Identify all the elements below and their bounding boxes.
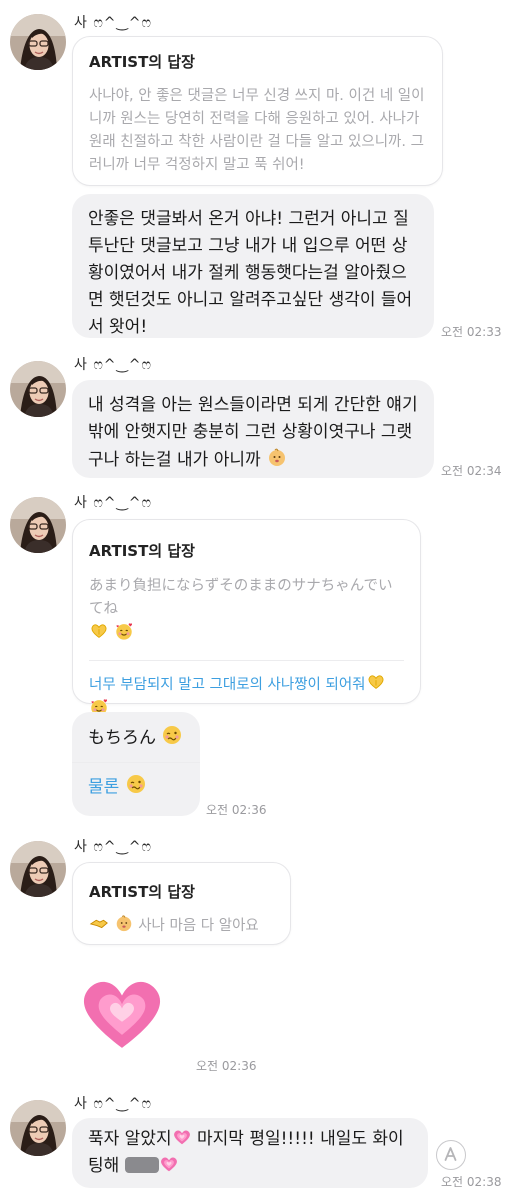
sender-name: 사 ෆ^‿^ෆ (74, 1096, 152, 1112)
heart-hands-emoji-icon (89, 621, 109, 641)
message-text-content: 내 성격을 아는 원스들이라면 되게 간단한 얘기밖에 안햇지만 충분히 그런 … (88, 395, 418, 470)
sender-name: 사 ෆ^‿^ෆ (74, 357, 152, 373)
woozy-face-emoji-icon (125, 773, 147, 795)
reply-text: 사나야, 안 좋은 댓글은 너무 신경 쓰지 마. 이건 네 일이니까 원스는 … (89, 88, 425, 173)
avatar[interactable] (10, 497, 66, 553)
reply-original-text: あまり負担にならずそのままのサナちゃんでいてね (89, 575, 404, 646)
reply-text: 사나 마음 다 알아요 (89, 913, 274, 938)
message-original: もちろん (88, 724, 184, 752)
sender-name: 사 ෆ^‿^ෆ (74, 495, 152, 511)
smiling-face-hearts-emoji-icon (114, 621, 134, 641)
translate-icon (444, 1147, 457, 1161)
message-bubble[interactable]: 푹자 알았지 마지막 평일!!!!! 내일도 화이팅해 (72, 1118, 428, 1188)
message-time: 오전 02:34 (441, 464, 502, 478)
message-time: 오전 02:33 (441, 325, 502, 339)
message-text: 푹자 알았지 마지막 평일!!!!! 내일도 화이팅해 (88, 1127, 404, 1176)
scroll-to-bottom-button[interactable] (436, 1140, 466, 1170)
heart-hands-emoji-icon (366, 672, 386, 692)
message-translation: 물론 (88, 773, 184, 801)
avatar[interactable] (10, 841, 66, 897)
reply-label: ARTIST의 답장 (89, 53, 195, 71)
avatar[interactable] (10, 14, 66, 70)
message-bubble[interactable]: もちろん 물론 (72, 712, 200, 816)
message-time: 오전 02:38 (441, 1175, 502, 1189)
message-bubble[interactable]: 안좋은 댓글봐서 온거 아냐! 그런거 아니고 질투난단 댓글보고 그냥 내가 … (72, 194, 434, 338)
artist-reply-card[interactable]: ARTIST의 답장 사나야, 안 좋은 댓글은 너무 신경 쓰지 마. 이건 … (72, 36, 443, 186)
redacted-block (124, 1157, 159, 1173)
sender-name: 사 ෆ^‿^ෆ (74, 15, 152, 31)
woozy-face-emoji-icon (161, 724, 183, 746)
artist-reply-card[interactable]: ARTIST의 답장 사나 마음 다 알아요 (72, 862, 291, 945)
growing-heart-emoji-icon (159, 1154, 179, 1174)
reply-label: ARTIST의 답장 (89, 542, 195, 560)
growing-heart-emoji-icon (172, 1127, 192, 1147)
message-text: 안좋은 댓글봐서 온거 아냐! 그런거 아니고 질투난단 댓글보고 그냥 내가 … (88, 209, 413, 337)
artist-reply-card[interactable]: ARTIST의 답장 あまり負担にならずそのままのサナちゃんでいてね 너무 부담… (72, 519, 421, 704)
message-time: 오전 02:36 (206, 803, 267, 817)
reply-label: ARTIST의 답장 (89, 883, 195, 901)
baby-emoji-icon (114, 913, 134, 933)
translation-divider (89, 660, 404, 661)
translation-divider (72, 762, 200, 763)
baby-emoji-icon (266, 446, 288, 468)
sender-name: 사 ෆ^‿^ෆ (74, 839, 152, 855)
handshake-emoji-icon (89, 913, 109, 933)
message-bubble[interactable]: 내 성격을 아는 원스들이라면 되게 간단한 얘기밖에 안햇지만 충분히 그런 … (72, 380, 434, 478)
avatar[interactable] (10, 1100, 66, 1156)
message-text: 내 성격을 아는 원스들이라면 되게 간단한 얘기밖에 안햇지만 충분히 그런 … (88, 392, 418, 474)
avatar[interactable] (10, 361, 66, 417)
message-time: 오전 02:36 (196, 1059, 257, 1073)
growing-heart-emoji-icon[interactable] (74, 965, 170, 1061)
